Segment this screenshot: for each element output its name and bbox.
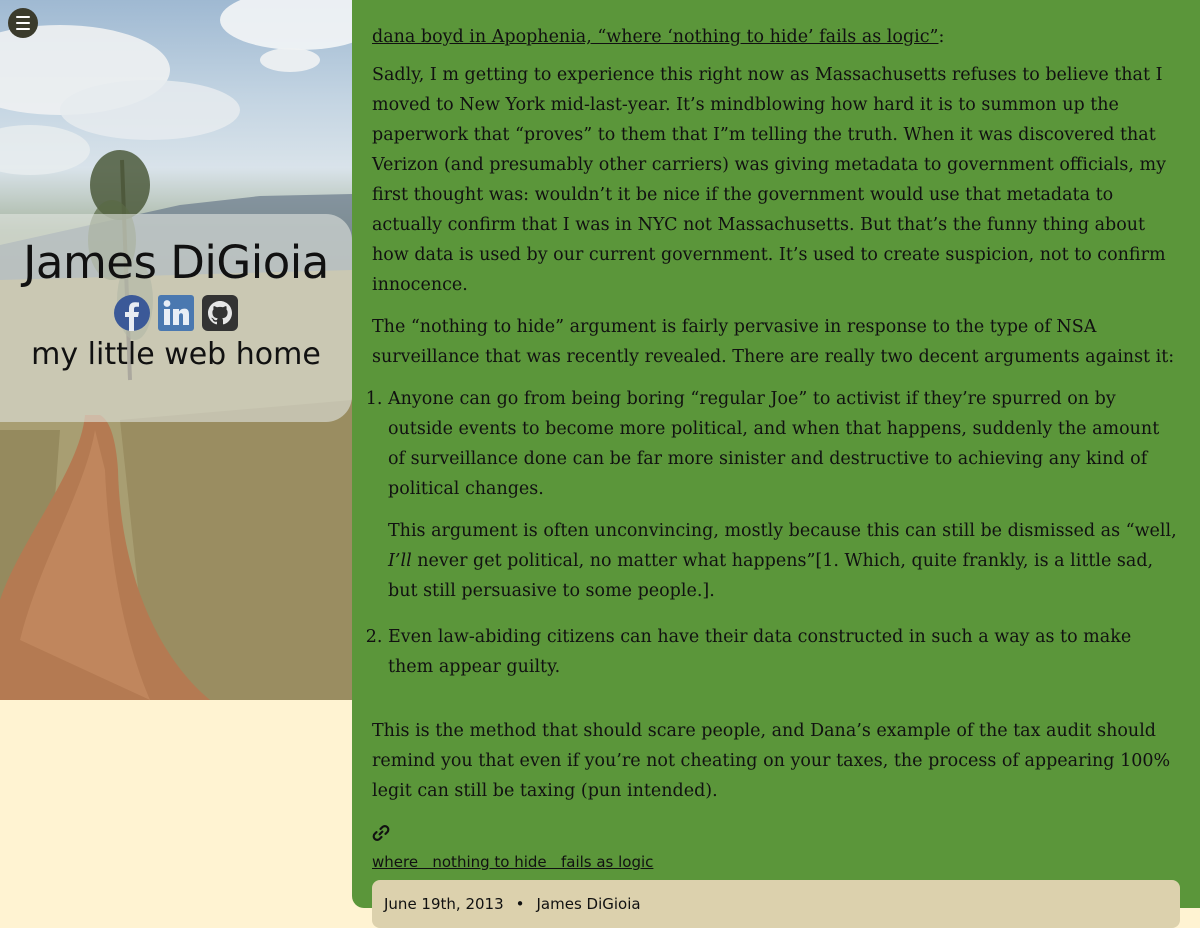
paragraph-2: The “nothing to hide” argument is fairly… [372, 317, 1175, 367]
meta-separator: • [515, 895, 525, 913]
source-link[interactable]: dana boyd in Apophenia, “where ‘nothing … [372, 27, 939, 47]
hamburger-menu-icon [16, 14, 30, 32]
link-icon[interactable] [372, 824, 390, 842]
list-item-subparagraph: This argument is often unconvincing, mos… [388, 516, 1180, 606]
subparagraph-text: never get political, no matter what happ… [388, 551, 1154, 601]
site-tagline: my little web home [31, 337, 321, 372]
list-item: Anyone can go from being boring “regular… [388, 384, 1180, 606]
post-date: June 19th, 2013 [384, 895, 504, 913]
list-item-text: Anyone can go from being boring “regular… [388, 389, 1160, 499]
post-author[interactable]: James DiGioia [536, 895, 640, 913]
paragraph-1: Sadly, I m getting to experience this ri… [372, 65, 1166, 295]
list-item-text: Even law-abiding citizens can have their… [388, 627, 1132, 677]
site-identity: James DiGioia my little web home [0, 214, 352, 422]
github-icon[interactable] [202, 295, 238, 331]
emphasis-text: I’ll [388, 551, 412, 571]
hero-banner: James DiGioia my little web home [0, 0, 352, 700]
list-item: Even law-abiding citizens can have their… [388, 622, 1180, 682]
article-card: dana boyd in Apophenia, “where ‘nothing … [352, 0, 1200, 928]
menu-button[interactable] [8, 8, 38, 38]
source-line: dana boyd in Apophenia, “where ‘nothing … [372, 22, 1180, 52]
facebook-icon[interactable] [114, 295, 150, 331]
subparagraph-text: This argument is often unconvincing, mos… [388, 521, 1177, 541]
linkedin-icon[interactable] [158, 295, 194, 331]
paragraph-3: This is the method that should scare peo… [372, 721, 1171, 801]
argument-list: Anyone can go from being boring “regular… [372, 384, 1180, 682]
permalink[interactable]: where nothing to hide fails as logic [372, 852, 1180, 872]
source-colon: : [938, 27, 945, 47]
social-links [0, 295, 352, 331]
site-title[interactable]: James DiGioia [0, 236, 352, 289]
post-meta: June 19th, 2013 • James DiGioia [372, 880, 1180, 928]
